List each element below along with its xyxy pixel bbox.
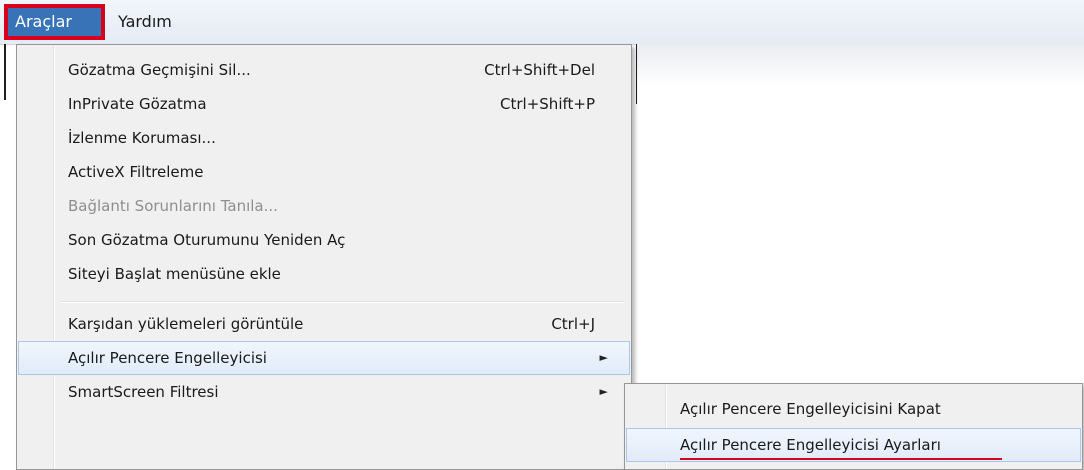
menu-item-activex-filtering[interactable]: ActiveX Filtreleme <box>18 155 630 189</box>
menu-item-add-to-start[interactable]: Siteyi Başlat menüsüne ekle <box>18 257 630 291</box>
menu-item-smartscreen[interactable]: SmartScreen Filtresi ► <box>18 375 630 409</box>
annotation-underline <box>680 458 1002 460</box>
menu-item-label: ActiveX Filtreleme <box>68 163 204 181</box>
menu-separator <box>61 301 625 303</box>
submenu-arrow-icon: ► <box>599 351 608 364</box>
menu-item-label: SmartScreen Filtresi <box>68 383 219 401</box>
menu-bar: Araçlar Yardım <box>0 0 1084 45</box>
menu-yardim[interactable]: Yardım <box>112 4 178 40</box>
menu-item-label: InPrivate Gözatma <box>68 95 207 113</box>
menu-item-label: Karşıdan yüklemeleri görüntüle <box>68 315 304 333</box>
menu-araclar[interactable]: Araçlar <box>4 4 105 40</box>
popup-blocker-submenu: Açılır Pencere Engelleyicisini Kapat Açı… <box>624 383 1083 470</box>
menu-item-reopen-session[interactable]: Son Gözatma Oturumunu Yeniden Aç <box>18 223 630 257</box>
menu-item-delete-history[interactable]: Gözatma Geçmişini Sil... Ctrl+Shift+Del <box>18 53 630 87</box>
menu-item-label: Siteyi Başlat menüsüne ekle <box>68 265 281 283</box>
menu-item-label: Açılır Pencere Engelleyicisi Ayarları <box>680 436 941 454</box>
menu-item-label: Açılır Pencere Engelleyicisi <box>68 349 267 367</box>
menu-item-popup-blocker[interactable]: Açılır Pencere Engelleyicisi ► <box>18 341 630 375</box>
tools-dropdown-menu: Gözatma Geçmişini Sil... Ctrl+Shift+Del … <box>16 44 632 470</box>
menu-item-diagnose-connection: Bağlantı Sorunlarını Tanıla... <box>18 189 630 223</box>
menu-item-view-downloads[interactable]: Karşıdan yüklemeleri görüntüle Ctrl+J <box>18 307 630 341</box>
menu-item-label: Bağlantı Sorunlarını Tanıla... <box>68 197 278 215</box>
window-edge-left <box>4 44 6 100</box>
menu-item-label: Son Gözatma Oturumunu Yeniden Aç <box>68 231 346 249</box>
page-content-shade <box>637 44 1084 114</box>
menu-item-label: Gözatma Geçmişini Sil... <box>68 61 251 79</box>
menu-item-inprivate[interactable]: InPrivate Gözatma Ctrl+Shift+P <box>18 87 630 121</box>
menu-item-tracking-protection[interactable]: İzlenme Koruması... <box>18 121 630 155</box>
menu-item-label: Açılır Pencere Engelleyicisini Kapat <box>680 400 941 418</box>
menu-item-label: İzlenme Koruması... <box>68 129 216 147</box>
menu-item-shortcut: Ctrl+J <box>551 315 595 333</box>
menu-item-shortcut: Ctrl+Shift+P <box>500 95 595 113</box>
menu-item-popup-blocker-settings[interactable]: Açılır Pencere Engelleyicisi Ayarları <box>626 428 1081 462</box>
menu-item-turn-off-popup-blocker[interactable]: Açılır Pencere Engelleyicisini Kapat <box>626 392 1081 426</box>
menu-item-shortcut: Ctrl+Shift+Del <box>484 61 595 79</box>
submenu-arrow-icon: ► <box>599 385 608 398</box>
